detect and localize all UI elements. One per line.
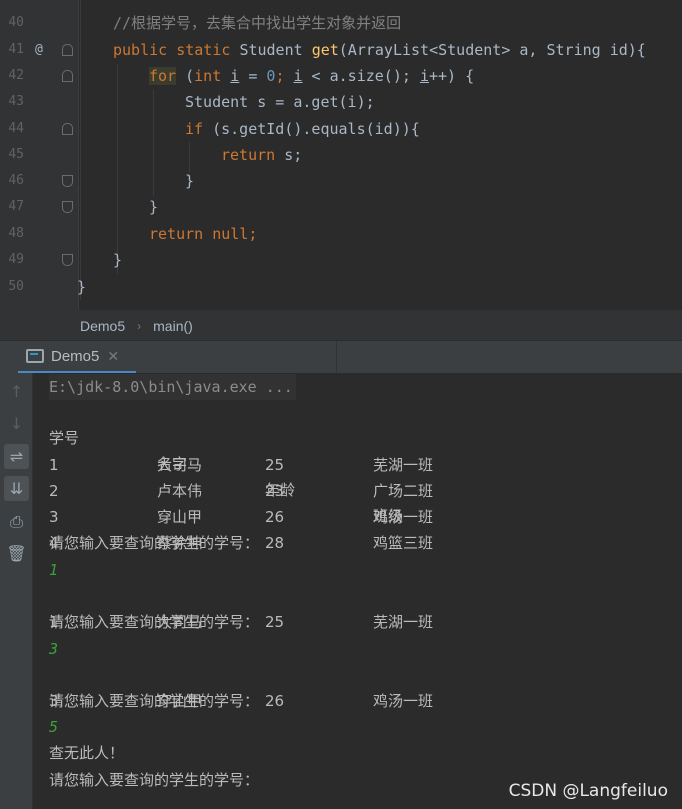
fold-open-icon[interactable] [62, 70, 73, 82]
tab-label: Demo5 [51, 347, 100, 365]
code-line-47[interactable]: 47 } [0, 194, 682, 220]
arrow-down-icon[interactable]: ↓ [4, 411, 29, 436]
user-input: 5 [49, 718, 59, 736]
line-number: 46 [8, 173, 24, 188]
console-output[interactable]: E:\jdk-8.0\bin\java.exe ... 学号 名字 年龄 班级 … [33, 373, 682, 809]
not-found-message: 查无此人！ [49, 744, 125, 762]
trash-icon[interactable]: 🗑 [4, 541, 29, 566]
close-icon[interactable]: ✕ [107, 348, 119, 365]
fold-close-icon[interactable] [62, 175, 73, 187]
table-row: 4 蔡徐坤 28 鸡篮三班 [49, 534, 434, 552]
code-line-49[interactable]: 49 } [0, 247, 682, 273]
console-prompt: 请您输入要查询的学生的学号： [49, 771, 260, 789]
code-text: } [77, 278, 87, 296]
console-prompt: 请您输入要查询的学生的学号： [49, 534, 260, 552]
console-command: E:\jdk-8.0\bin\java.exe ... [49, 374, 296, 400]
table-row: 3 穿山甲 26 鸡汤一班 [49, 508, 434, 526]
console-prompt: 请您输入要查询的学生的学号： [49, 613, 260, 631]
line-number: 50 [8, 279, 24, 294]
line-number: 42 [8, 68, 24, 83]
code-line-50[interactable]: 50 } [0, 274, 682, 300]
code-text: Student s = a.get(i); [185, 93, 375, 111]
user-input: 3 [49, 640, 59, 658]
table-row: 1 大司马 25 芜湖一班 [49, 456, 434, 474]
line-number: 44 [8, 121, 24, 136]
code-line-40[interactable]: 40 //根据学号，去集合中找出学生对象并返回 [0, 10, 682, 36]
console-icon [26, 349, 44, 363]
code-text: return s; [221, 146, 303, 164]
line-number: 49 [8, 252, 24, 267]
line-number: 41 [8, 42, 24, 57]
line-number: 48 [8, 226, 24, 241]
code-line-43[interactable]: 43 Student s = a.get(i); [0, 89, 682, 115]
chevron-right-icon: › [137, 318, 142, 333]
code-line-48[interactable]: 48 return null; [0, 221, 682, 247]
fold-close-icon[interactable] [62, 201, 73, 213]
result-row: 3 穿山甲 26 鸡汤一班 [49, 692, 434, 710]
breadcrumb-class[interactable]: Demo5 [80, 318, 125, 334]
console-prompt: 请您输入要查询的学生的学号： [49, 692, 260, 710]
override-marker-icon[interactable]: @ [35, 37, 43, 63]
line-number: 45 [8, 147, 24, 162]
code-text: public static Student get(ArrayList<Stud… [113, 41, 646, 59]
code-line-44[interactable]: 44 if (s.getId().equals(id)){ [0, 116, 682, 142]
code-line-42[interactable]: 42 for (int i = 0; i < a.size(); i++) { [0, 63, 682, 89]
line-number: 43 [8, 94, 24, 109]
code-line-41[interactable]: 41 @ public static Student get(ArrayList… [0, 37, 682, 63]
scroll-to-end-icon[interactable]: ⇊ [4, 476, 29, 501]
line-number: 40 [8, 15, 24, 30]
fold-open-icon[interactable] [62, 123, 73, 135]
code-text: for (int i = 0; i < a.size(); i++) { [149, 67, 475, 85]
breadcrumb: Demo5 › main() [0, 310, 682, 340]
breadcrumb-method[interactable]: main() [153, 318, 193, 334]
table-header: 学号 名字 年龄 班级 [49, 399, 649, 525]
tab-demo5[interactable]: Demo5 ✕ [18, 341, 136, 374]
code-text: return null; [149, 225, 258, 243]
print-icon[interactable]: ⎙ [4, 509, 29, 534]
code-comment: //根据学号，去集合中找出学生对象并返回 [113, 14, 402, 32]
run-toolbar: ↑ ↓ ⇌ ⇊ ⎙ 🗑 [0, 373, 33, 809]
code-line-45[interactable]: 45 return s; [0, 142, 682, 168]
result-row: 1 大司马 25 芜湖一班 [49, 613, 434, 631]
code-text: } [185, 172, 195, 190]
arrow-up-icon[interactable]: ↑ [4, 379, 29, 404]
table-row: 2 卢本伟 23 广场二班 [49, 482, 434, 500]
watermark: CSDN @Langfeiluo [508, 781, 668, 801]
fold-open-icon[interactable] [62, 44, 73, 56]
run-tab-bar: Demo5 ✕ [0, 340, 682, 374]
code-text: } [149, 198, 159, 216]
tab-divider [336, 341, 337, 374]
soft-wrap-icon[interactable]: ⇌ [4, 444, 29, 469]
fold-close-icon[interactable] [62, 254, 73, 266]
code-line-46[interactable]: 46 } [0, 168, 682, 194]
line-number: 47 [8, 199, 24, 214]
code-text: if (s.getId().equals(id)){ [185, 120, 420, 138]
code-text: } [113, 251, 123, 269]
user-input: 1 [49, 561, 59, 579]
code-editor[interactable]: 40 //根据学号，去集合中找出学生对象并返回 41 @ public stat… [0, 0, 682, 310]
